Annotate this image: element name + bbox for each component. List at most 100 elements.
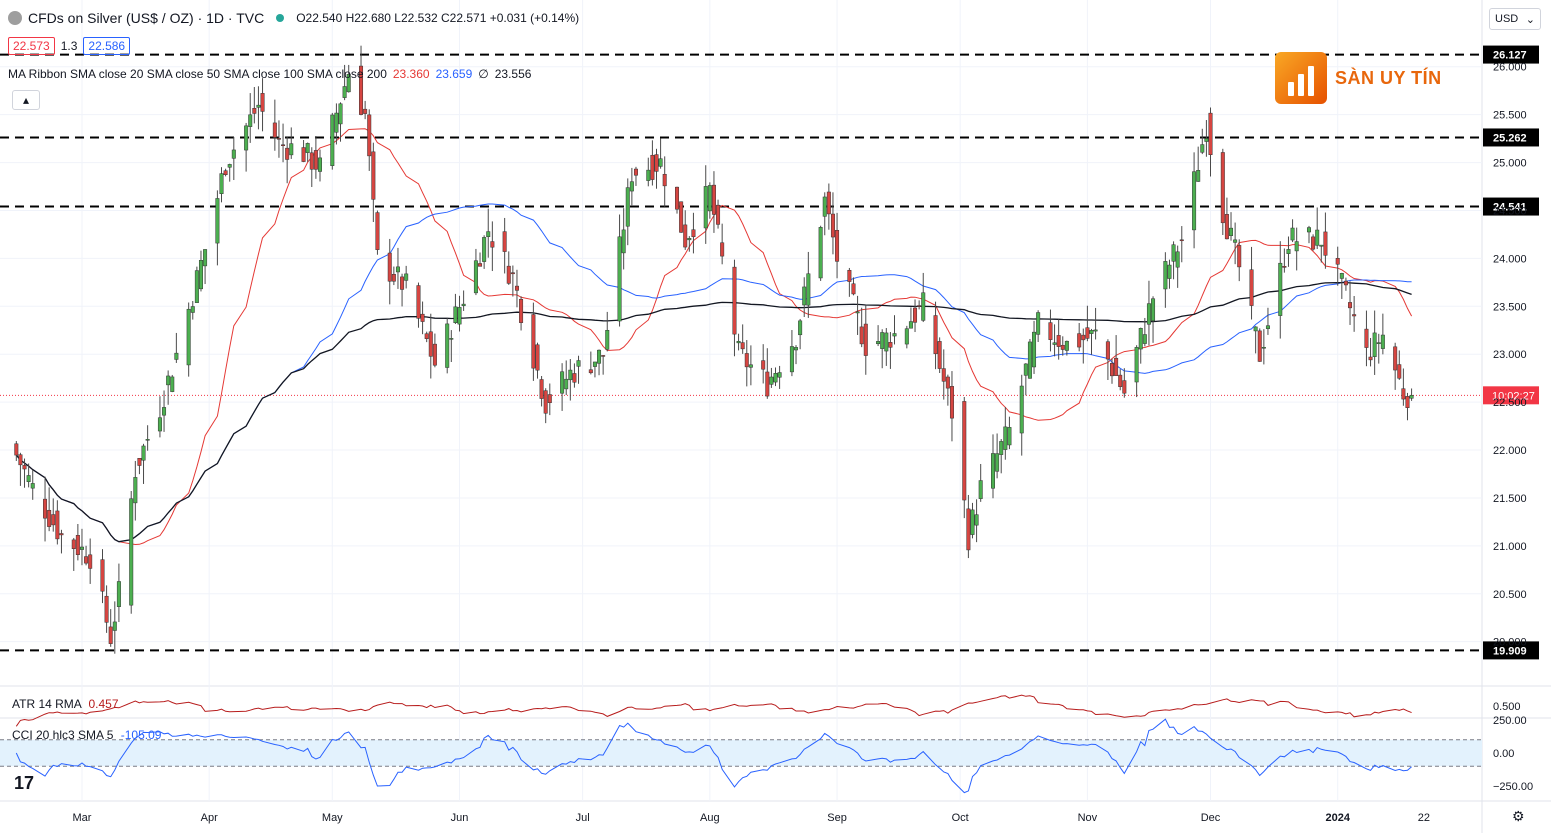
candle-body — [170, 376, 175, 392]
candle-body — [1110, 363, 1115, 377]
price-chart[interactable]: 26.12725.26224.54119.90910:02:27 0.500 2… — [0, 0, 1551, 833]
candle-body — [198, 260, 203, 290]
bid-price[interactable]: 22.573 — [8, 37, 55, 55]
candle-body — [744, 353, 749, 368]
candle-body — [289, 143, 294, 156]
candle-body — [1237, 245, 1242, 268]
candle-body — [133, 477, 138, 504]
collapse-legend-button[interactable]: ▴ — [12, 90, 40, 110]
candle-body — [625, 187, 630, 227]
symbol-title[interactable]: CFDs on Silver (US$ / OZ) · 1D · TVC — [28, 10, 264, 26]
candle-body — [1192, 171, 1197, 231]
chevron-up-icon: ▴ — [22, 93, 30, 107]
candle-body — [978, 480, 983, 499]
watermark-logo: SÀN UY TÍN — [1275, 52, 1442, 104]
candle-body — [1118, 374, 1123, 387]
candle-body — [510, 272, 515, 275]
tradingview-logo[interactable]: 17 — [14, 773, 34, 794]
candle-body — [305, 143, 310, 153]
candle-body — [313, 150, 318, 170]
price-tick-label: 22.500 — [1493, 397, 1527, 409]
candle-body — [395, 266, 400, 273]
candle-body — [1163, 261, 1168, 290]
candle-body — [937, 341, 942, 369]
candle-body — [662, 173, 667, 187]
time-axis[interactable]: Mar Apr May Jun Jul Aug Sep Oct Nov Dec 2024 22 — [72, 812, 1430, 824]
price-axis[interactable]: 26.000 25.500 25.000 24.500 24.000 23.500 23.0… — [1493, 62, 1527, 649]
candle-body — [108, 626, 113, 644]
candle-body — [539, 379, 544, 399]
time-tick-label: Sep — [827, 812, 847, 824]
candle-body — [962, 401, 967, 501]
candle-body — [1167, 264, 1172, 279]
candle-body — [317, 157, 322, 172]
candle-body — [1179, 239, 1184, 242]
candle-body — [1171, 244, 1176, 262]
candle-body — [449, 338, 454, 340]
candle-body — [851, 283, 856, 295]
candle-body — [1052, 342, 1057, 345]
candle-body — [572, 373, 577, 383]
candle-body — [740, 342, 745, 350]
candle-body — [621, 229, 626, 254]
candle-body — [1093, 329, 1098, 332]
candle-body — [502, 231, 507, 252]
candle-body — [1077, 333, 1082, 348]
candle-body — [1089, 330, 1094, 334]
candle-body — [1175, 251, 1180, 268]
candle-body — [1122, 380, 1127, 394]
candle-body — [404, 273, 409, 281]
candle-body — [1352, 314, 1357, 317]
time-tick-label: May — [322, 812, 343, 824]
candle-body — [1343, 280, 1348, 286]
candle-body — [859, 326, 864, 345]
candle-body — [917, 305, 922, 307]
candle-body — [650, 154, 655, 180]
ask-price[interactable]: 22.586 — [83, 37, 131, 55]
candle-body — [252, 108, 257, 114]
cci-tick-label: 250.00 — [1493, 715, 1527, 727]
candle-body — [84, 556, 89, 564]
price-tick-label: 21.500 — [1493, 493, 1527, 505]
candle-body — [1036, 312, 1041, 335]
candle-body — [301, 147, 306, 162]
candle-body — [129, 498, 134, 606]
candle-body — [55, 510, 60, 540]
candle-body — [1019, 385, 1024, 434]
candle-body — [945, 376, 950, 389]
candle-body — [543, 390, 548, 414]
candle-body — [601, 355, 606, 357]
candle-body — [174, 352, 179, 360]
price-tick-label: 22.000 — [1493, 445, 1527, 457]
cci-legend[interactable]: CCI 20 hlc3 SMA 5 -105.09 — [12, 728, 161, 742]
candle-body — [1323, 231, 1328, 256]
candle-body — [880, 332, 885, 349]
candle-body — [691, 229, 696, 238]
ma-ribbon-legend[interactable]: MA Ribbon SMA close 20 SMA close 50 SMA … — [8, 67, 531, 81]
symbol-legend: CFDs on Silver (US$ / OZ) · 1D · TVC O22… — [8, 10, 579, 26]
sma20-value: 23.360 — [392, 67, 430, 81]
candle-body — [79, 546, 84, 550]
currency-selector[interactable]: USD ⌄ — [1489, 8, 1541, 30]
candle-body — [281, 144, 286, 146]
candle-body — [687, 238, 692, 241]
candle-body — [1048, 322, 1053, 340]
candle-body — [420, 313, 425, 322]
candle-body — [432, 343, 437, 366]
bar-chart-logo-icon — [1275, 52, 1327, 104]
candle-body — [826, 191, 831, 215]
horizontal-levels[interactable]: 26.12725.26224.54119.90910:02:27 — [0, 45, 1539, 660]
cci-band — [0, 739, 1482, 767]
candle-body — [1138, 328, 1143, 350]
cci-tick-label: 0.00 — [1493, 748, 1514, 760]
atr-legend[interactable]: ATR 14 RMA 0.457 — [12, 697, 119, 711]
cci-pane: 250.00 0.00 −250.00 — [0, 715, 1533, 794]
candle-body — [1151, 298, 1156, 322]
candle-body — [387, 252, 392, 282]
price-tick-label: 25.500 — [1493, 110, 1527, 122]
candle-body — [732, 266, 737, 335]
candle-body — [1060, 344, 1065, 350]
candle-body — [309, 152, 314, 170]
gear-icon[interactable]: ⚙ — [1512, 808, 1525, 825]
candle-body — [1278, 262, 1283, 316]
